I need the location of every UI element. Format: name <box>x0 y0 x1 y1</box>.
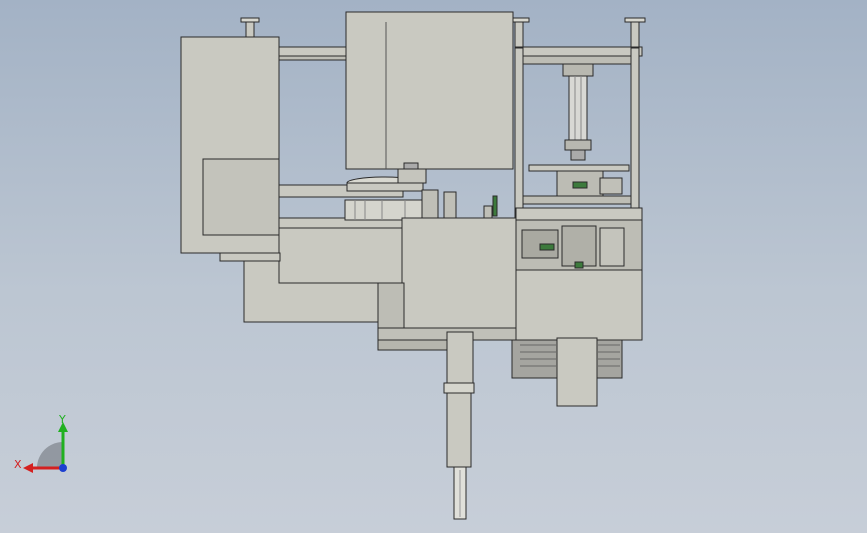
sensor-2 <box>443 191 457 219</box>
center-block <box>401 217 517 329</box>
x-axis-arrow-icon <box>23 463 33 473</box>
left-housing-panel <box>202 158 280 236</box>
sensor-4 <box>492 195 498 217</box>
right-lower-box <box>515 269 643 341</box>
sensor-3 <box>483 205 493 219</box>
y-axis-label: Y <box>58 413 66 426</box>
shaft-housing <box>446 331 474 385</box>
right-frame-lower-bar <box>522 195 632 205</box>
step-plate <box>219 252 281 262</box>
cylinder-plate <box>528 164 630 172</box>
right-frame-right-upright <box>630 47 640 219</box>
shaft-collar <box>443 382 475 394</box>
pneumatic-cylinder <box>562 63 594 161</box>
right-frame-top-bar <box>522 55 632 65</box>
cad-viewport[interactable]: Y X <box>0 0 867 533</box>
rotary-table <box>344 162 427 221</box>
upper-center-box <box>345 11 514 170</box>
top-rail-right <box>515 46 643 57</box>
mount-post-4 <box>624 17 646 49</box>
mount-post-1 <box>240 17 260 39</box>
right-deck <box>515 207 643 221</box>
middle-plate <box>278 224 406 284</box>
base-bar <box>377 339 453 351</box>
x-axis-label: X <box>14 458 22 471</box>
z-axis-icon <box>59 464 67 472</box>
axis-triad: Y X <box>14 413 68 473</box>
shaft-body <box>446 392 472 468</box>
right-frame-left-upright <box>514 47 524 219</box>
sensor-1 <box>421 189 439 219</box>
right-mechanism <box>515 219 643 271</box>
axis-sector-icon <box>37 442 63 468</box>
right-lower-column <box>556 337 598 407</box>
assembly-model[interactable] <box>0 0 867 533</box>
